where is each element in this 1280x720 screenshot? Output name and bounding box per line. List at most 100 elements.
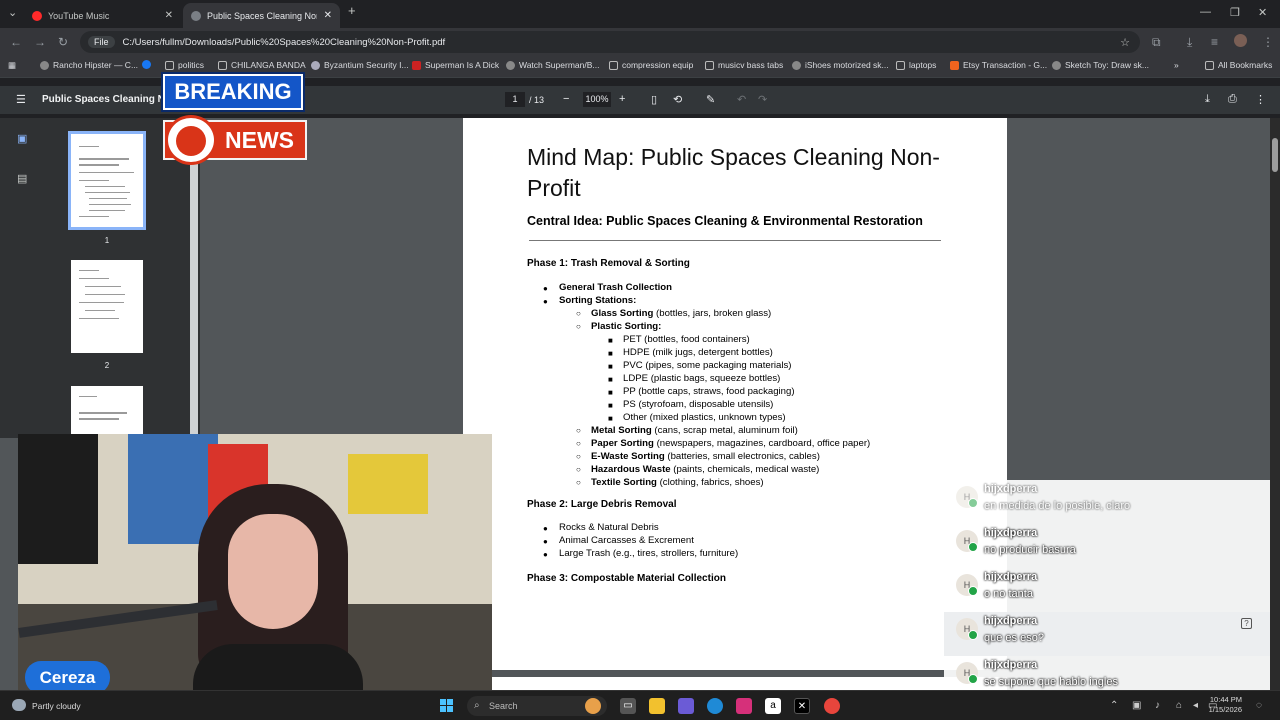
file-explorer-icon[interactable] — [649, 698, 665, 714]
minimize-icon[interactable]: — — [1200, 6, 1211, 18]
bookmark-item[interactable]: CHILANGA BANDA — [218, 60, 306, 70]
facebook-icon[interactable] — [142, 60, 151, 69]
undo-icon[interactable]: ↶ — [737, 93, 746, 106]
phase-heading: Phase 1: Trash Removal & Sorting — [527, 258, 690, 269]
bookmark-item[interactable]: Etsy Transaction - G... — [950, 60, 1047, 70]
streamer-figure — [188, 474, 368, 702]
tab-pdf[interactable]: Public Spaces Cleaning Non-Profit ✕ — [183, 3, 340, 28]
globe-icon — [1052, 60, 1061, 70]
list-item: Textile Sorting (clothing, fabrics, shoe… — [591, 477, 764, 488]
chat-text: que es eso? — [984, 632, 1044, 644]
tab-title: YouTube Music — [48, 10, 110, 21]
widget-icon[interactable] — [585, 698, 601, 714]
scrollbar-thumb[interactable] — [1272, 138, 1278, 172]
folder-icon — [896, 60, 905, 70]
star-icon[interactable]: ☆ — [1120, 36, 1130, 49]
chat-username: hijxdperra — [984, 615, 1038, 627]
tray-app-icon[interactable]: ▣ — [1132, 700, 1141, 711]
bookmark-item[interactable]: iShoes motorized sk... — [792, 60, 889, 70]
outline-icon[interactable]: ▤ — [17, 172, 27, 185]
download-icon[interactable]: ⤓ — [1205, 93, 1210, 106]
microphone-icon[interactable]: ♪ — [1155, 700, 1160, 711]
x-icon[interactable]: ✕ — [794, 698, 810, 714]
bookmark-item[interactable]: politics — [165, 60, 204, 70]
close-tab-icon[interactable]: ✕ — [324, 10, 332, 21]
youtube-music-icon — [32, 10, 42, 21]
close-window-icon[interactable]: ✕ — [1258, 6, 1267, 19]
media-icon[interactable]: ≡ — [1211, 35, 1218, 49]
page-thumbnail-label: 2 — [104, 361, 110, 370]
all-bookmarks[interactable]: All Bookmarks — [1205, 60, 1272, 70]
bookmark-item[interactable]: Watch Superman/B... — [506, 60, 599, 70]
more-bookmarks-icon[interactable]: » — [1174, 60, 1179, 70]
bookmark-item[interactable]: Superman Is A Dick — [412, 60, 499, 70]
bell-icon — [311, 60, 320, 70]
rotate-icon[interactable]: ⟲ — [673, 93, 682, 106]
chat-text: o no tanta — [984, 588, 1033, 600]
list-item: Paper Sorting (newspapers, magazines, ca… — [591, 438, 871, 449]
chrome-icon[interactable] — [824, 698, 840, 714]
zoom-input[interactable]: 100% — [583, 92, 611, 107]
edge-icon[interactable] — [707, 698, 723, 714]
zoom-out-icon[interactable]: − — [563, 93, 569, 105]
scrollbar[interactable] — [1270, 118, 1280, 690]
bookmark-item[interactable]: musicv bass tabs — [705, 60, 783, 70]
menu-icon[interactable]: ⋮ — [1262, 35, 1274, 49]
page-thumbnail-1[interactable] — [68, 131, 146, 230]
bookmark-item[interactable]: Byzantium Security I... — [311, 60, 409, 70]
page-thumbnail-2[interactable] — [71, 260, 143, 353]
chat-message: H hijxdperra no producir basura — [944, 524, 1270, 568]
zoom-in-icon[interactable]: + — [619, 93, 625, 105]
task-view-icon[interactable]: ▭ — [620, 698, 636, 714]
reload-icon[interactable]: ↻ — [58, 35, 68, 49]
redo-icon[interactable]: ↷ — [758, 93, 767, 106]
bookmark-item[interactable]: Sketch Toy: Draw sk... — [1052, 60, 1149, 70]
print-icon[interactable]: ⎙ — [1228, 93, 1237, 106]
start-button[interactable] — [440, 699, 454, 713]
restore-icon[interactable]: ❐ — [1230, 6, 1240, 19]
date: 1/15/2026 — [1208, 705, 1242, 714]
thumbnail-sidebar: ▣ ▤ 1 2 — [0, 118, 200, 438]
more-icon[interactable]: ⋮ — [1255, 93, 1266, 106]
chat-message[interactable]: H hijxdperra que es eso? ? — [944, 612, 1270, 656]
list-item: Other (mixed plastics, unknown types) — [623, 412, 786, 423]
volume-icon[interactable]: ◂ — [1193, 700, 1198, 711]
download-icon[interactable]: ⤓ — [1187, 35, 1192, 50]
notification-icon[interactable]: ◌ — [1256, 700, 1262, 711]
annotate-icon[interactable]: ✎ — [706, 93, 715, 106]
clock[interactable]: 10:44 PM 1/15/2026 — [1209, 695, 1242, 715]
divider — [529, 240, 941, 241]
tray-chevron-icon[interactable]: ⌃ — [1110, 700, 1118, 711]
avatar[interactable] — [1234, 34, 1247, 47]
extensions-icon[interactable]: ⧉ — [1152, 35, 1161, 50]
new-tab-button[interactable]: + — [348, 3, 356, 18]
bookmark-item[interactable]: laptops — [896, 60, 936, 70]
list-item: Sorting Stations: — [559, 295, 637, 306]
instagram-icon[interactable] — [736, 698, 752, 714]
bookmark-item[interactable]: compression equip — [609, 60, 693, 70]
pdf-page-2 — [492, 677, 1007, 690]
list-item: Rocks & Natural Debris — [559, 522, 659, 533]
file-chip[interactable]: File — [88, 36, 115, 48]
forward-icon[interactable]: → — [34, 35, 46, 49]
list-item: General Trash Collection — [559, 282, 673, 293]
copilot-icon[interactable] — [678, 698, 694, 714]
weather-text[interactable]: Partly cloudy — [32, 701, 81, 711]
reply-icon[interactable]: ? — [1241, 618, 1252, 629]
page-thumbnail-3[interactable] — [71, 386, 143, 438]
thumbnails-icon[interactable]: ▣ — [17, 132, 27, 145]
chat-message: H hijxdperra o no tanta — [944, 568, 1270, 612]
page-number-input[interactable]: 1 — [505, 92, 525, 107]
tab-youtube-music[interactable]: YouTube Music ✕ — [24, 3, 181, 28]
amazon-icon[interactable]: a — [765, 698, 781, 714]
bookmark-item[interactable]: Rancho Hipster — C... — [40, 60, 138, 70]
menu-icon[interactable]: ☰ — [16, 93, 26, 106]
url-field[interactable]: File C:/Users/fullm/Downloads/Public%20S… — [80, 31, 1140, 53]
central-idea: Central Idea: Public Spaces Cleaning & E… — [527, 214, 923, 228]
fit-page-icon[interactable]: ▯ — [651, 93, 657, 106]
apps-icon[interactable]: ▦ — [8, 60, 16, 71]
back-icon[interactable]: ← — [10, 35, 22, 49]
network-icon[interactable]: ⌂ — [1176, 700, 1182, 711]
tab-search-icon[interactable]: ⌄ — [8, 6, 17, 19]
close-tab-icon[interactable]: ✕ — [165, 10, 173, 21]
